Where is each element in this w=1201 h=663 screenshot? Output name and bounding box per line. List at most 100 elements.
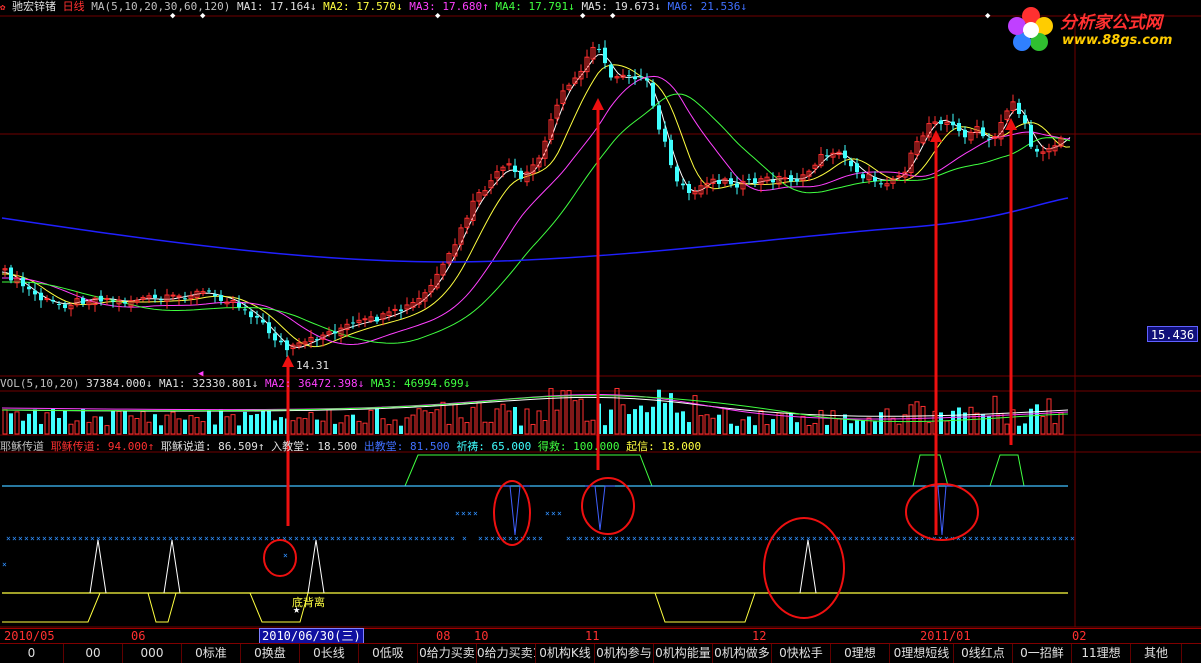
cross-marker: × [420,534,425,543]
ind-field-7: 起信: 18.000 [626,440,702,453]
volume-bar [164,414,170,435]
annotation-arrowhead [930,130,942,142]
tab-power-trade[interactable]: 0给力买卖 [418,644,477,663]
volume-bar [896,423,902,435]
volume-bar [308,411,314,435]
candle-body [729,178,733,185]
candle-body [170,294,176,297]
tab-000[interactable]: 000 [123,644,182,663]
cross-marker: × [572,534,577,543]
ind-field-4: 出教堂: 81.500 [363,440,450,453]
cross-marker: × [1016,534,1021,543]
cross-marker: × [968,534,973,543]
volume-bar [560,390,566,435]
volume-bar [428,412,434,435]
candle-body [351,322,355,324]
candle-body [627,75,631,77]
tab-institution-energy[interactable]: 0机构能量 [654,644,713,663]
cross-marker: × [222,534,227,543]
cross-marker: × [484,534,489,543]
candle-body [1035,148,1039,152]
stock-chart[interactable]: × × × × × × × × × × × × × × × × × × × × × × × × × × × × × × × × × × × × × × × ×… [0,0,1201,662]
cross-marker: × [18,534,23,543]
volume-bar [513,407,517,434]
cross-marker: × [698,534,703,543]
low-price-label: 14.31 [296,359,330,372]
volume-bar [488,421,494,435]
volume-bar [963,412,967,434]
candle-body [1023,115,1027,124]
cross-marker: × [752,534,757,543]
volume-bar [519,425,523,434]
volume-bar [603,425,607,434]
ma5-value: MA5: 19.673↓ [581,0,661,13]
cross-marker: × [216,534,221,543]
cross-marker: × [467,509,472,518]
cross-marker: × [818,534,823,543]
cross-marker: × [538,534,543,543]
candle-body [861,174,865,179]
tab-0[interactable]: 0 [0,644,64,663]
cross-marker: × [444,534,449,543]
candle-body [21,277,25,287]
cross-marker: × [848,534,853,543]
tab-long-line[interactable]: 0长线 [300,644,359,663]
candle-body [645,78,649,81]
volume-bar [446,423,452,435]
tab-standard[interactable]: 0标准 [182,644,241,663]
volume-bar [981,414,985,434]
stock-name[interactable]: 驰宏锌锗 [12,0,56,13]
tab-institution-k[interactable]: 0机构K线 [536,644,595,663]
cross-marker: × [1022,534,1027,543]
volume-bar [351,414,355,434]
volume-bar [1035,404,1039,434]
tab-quick-release[interactable]: 0快松手 [772,644,831,663]
indicator-name[interactable]: 耶稣传道 [0,440,44,453]
tab-institution-join[interactable]: 0机构参与 [595,644,654,663]
volume-bar [771,419,775,434]
cross-marker: × [938,534,943,543]
tab-11-ideal[interactable]: 11理想 [1072,644,1131,663]
tab-other[interactable]: 其他 [1131,644,1182,663]
volume-bar [729,423,733,434]
volume-bar [681,411,685,434]
tab-ideal[interactable]: 0理想 [831,644,890,663]
volume-bar [908,404,914,435]
candle-body [782,177,788,180]
volume-bar [812,422,818,435]
tab-one-trick[interactable]: 0一招鲜 [1013,644,1072,663]
logo-url[interactable]: www.88gs.com [1062,33,1172,48]
cross-marker: × [455,509,460,518]
cross-marker: × [174,534,179,543]
volume-bar [86,421,92,435]
cross-marker: × [674,534,679,543]
cross-marker: × [288,534,293,543]
volume-bar [104,425,110,435]
cross-marker: × [800,534,805,543]
logo-title: 分析家公式网 [1060,13,1162,33]
cross-marker: × [264,534,269,543]
candle-body [603,47,607,64]
candle-body [111,300,115,302]
volume-bar [806,424,812,435]
tab-low-buy[interactable]: 0低吸 [359,644,418,663]
cross-marker: × [974,534,979,543]
ma1-value: MA1: 17.164↓ [237,0,317,13]
tab-institution-long[interactable]: 0机构做多 [713,644,772,663]
time-axis[interactable]: 2010/05 06 2010/06/30(三) 08 10 11 12 201… [0,628,1201,644]
cross-marker: × [132,534,137,543]
tab-red-dot[interactable]: 0线红点 [954,644,1013,663]
period-label[interactable]: 日线 [63,0,85,13]
volume-bar [410,414,416,435]
cross-marker: × [914,534,919,543]
cross-marker: × [120,534,125,543]
tab-ideal-short[interactable]: 0理想短线 [890,644,954,663]
volume-bar [800,415,806,435]
cross-marker: × [408,534,413,543]
cross-marker: × [1070,534,1075,543]
cross-marker: × [12,534,17,543]
tab-turnover[interactable]: 0换盘 [241,644,300,663]
volume-bar [213,424,217,434]
tab-00[interactable]: 00 [64,644,123,663]
tab-power-trade-1[interactable]: 0给力买卖1 [477,644,536,663]
